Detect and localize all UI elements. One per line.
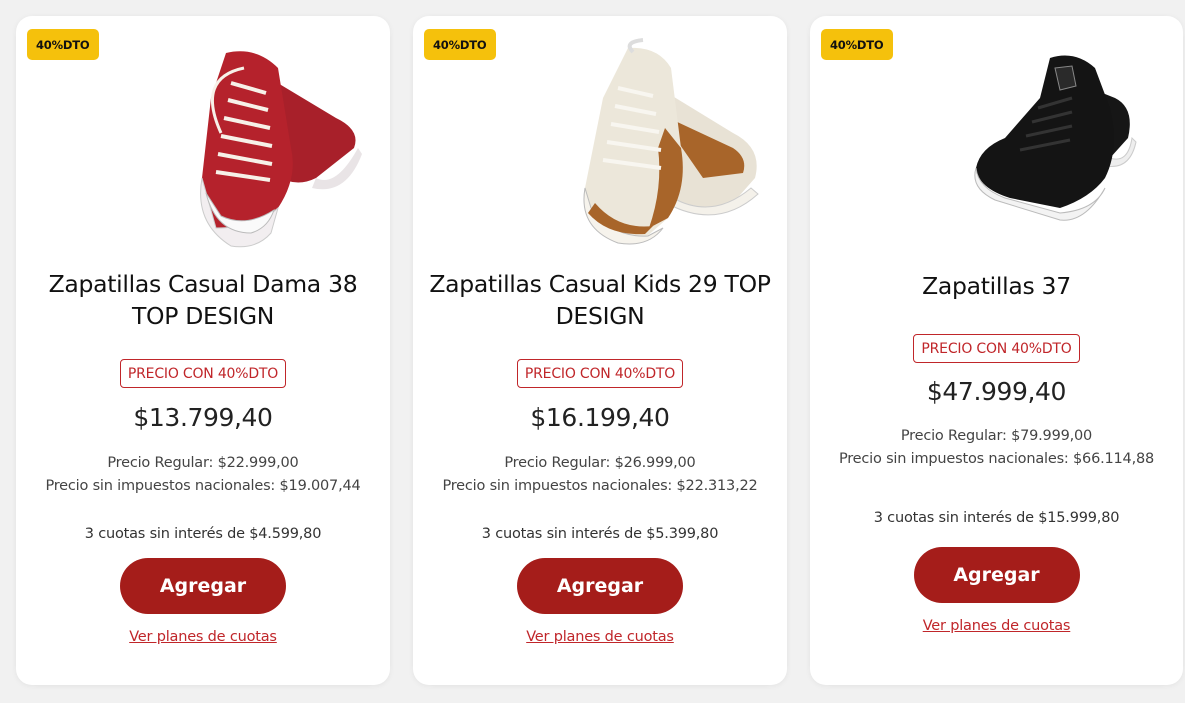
regular-price: Precio Regular: $22.999,00 <box>107 455 299 471</box>
product-price: $13.799,40 <box>133 403 273 432</box>
add-to-cart-button[interactable]: Agregar <box>120 558 286 614</box>
installments-info: 3 cuotas sin interés de $15.999,80 <box>873 510 1120 526</box>
regular-price: Precio Regular: $26.999,00 <box>504 455 696 471</box>
product-title[interactable]: Zapatillas 37 <box>922 270 1071 302</box>
product-card: 40%DTO Zapatillas 37 PRECIO CON 40%DTO $… <box>810 16 1183 685</box>
discount-tag: PRECIO CON 40%DTO <box>913 334 1080 363</box>
price-details: Precio Regular: $26.999,00 Precio sin im… <box>442 452 757 498</box>
product-card: 40%DTO Zapatillas Casual Dama 38 TOP DES… <box>16 16 390 685</box>
installment-plans-link[interactable]: Ver planes de cuotas <box>129 629 277 645</box>
product-price: $16.199,40 <box>530 403 670 432</box>
beige-brown-sneakers-image[interactable] <box>413 38 787 250</box>
discount-tag: PRECIO CON 40%DTO <box>516 359 684 388</box>
regular-price: Precio Regular: $79.999,00 <box>900 428 1093 444</box>
no-tax-price: Precio sin impuestos nacionales: $22.313… <box>442 478 758 494</box>
add-to-cart-button[interactable]: Agregar <box>517 558 683 614</box>
no-tax-price: Precio sin impuestos nacionales: $66.114… <box>838 451 1155 467</box>
installment-plans-link[interactable]: Ver planes de cuotas <box>923 618 1071 634</box>
installments-info: 3 cuotas sin interés de $4.599,80 <box>84 526 322 542</box>
product-card: 40%DTO Zapatillas Casual Kids 29 TOP DES… <box>413 16 787 685</box>
product-title[interactable]: Zapatillas Casual Kids 29 TOP DESIGN <box>429 268 771 332</box>
product-grid: 40%DTO Zapatillas Casual Dama 38 TOP DES… <box>16 16 1183 685</box>
installment-plans-link[interactable]: Ver planes de cuotas <box>526 629 674 645</box>
product-title[interactable]: Zapatillas Casual Dama 38 TOP DESIGN <box>32 268 374 332</box>
installments-info: 3 cuotas sin interés de $5.399,80 <box>481 526 719 542</box>
price-details: Precio Regular: $22.999,00 Precio sin im… <box>45 452 360 498</box>
red-canvas-sneakers-image[interactable] <box>16 38 390 250</box>
black-suede-sneakers-image[interactable] <box>810 38 1183 250</box>
price-details: Precio Regular: $79.999,00 Precio sin im… <box>839 425 1154 471</box>
discount-tag: PRECIO CON 40%DTO <box>119 359 287 388</box>
no-tax-price: Precio sin impuestos nacionales: $19.007… <box>45 478 361 494</box>
product-price: $47.999,40 <box>926 377 1067 406</box>
add-to-cart-button[interactable]: Agregar <box>913 547 1080 603</box>
